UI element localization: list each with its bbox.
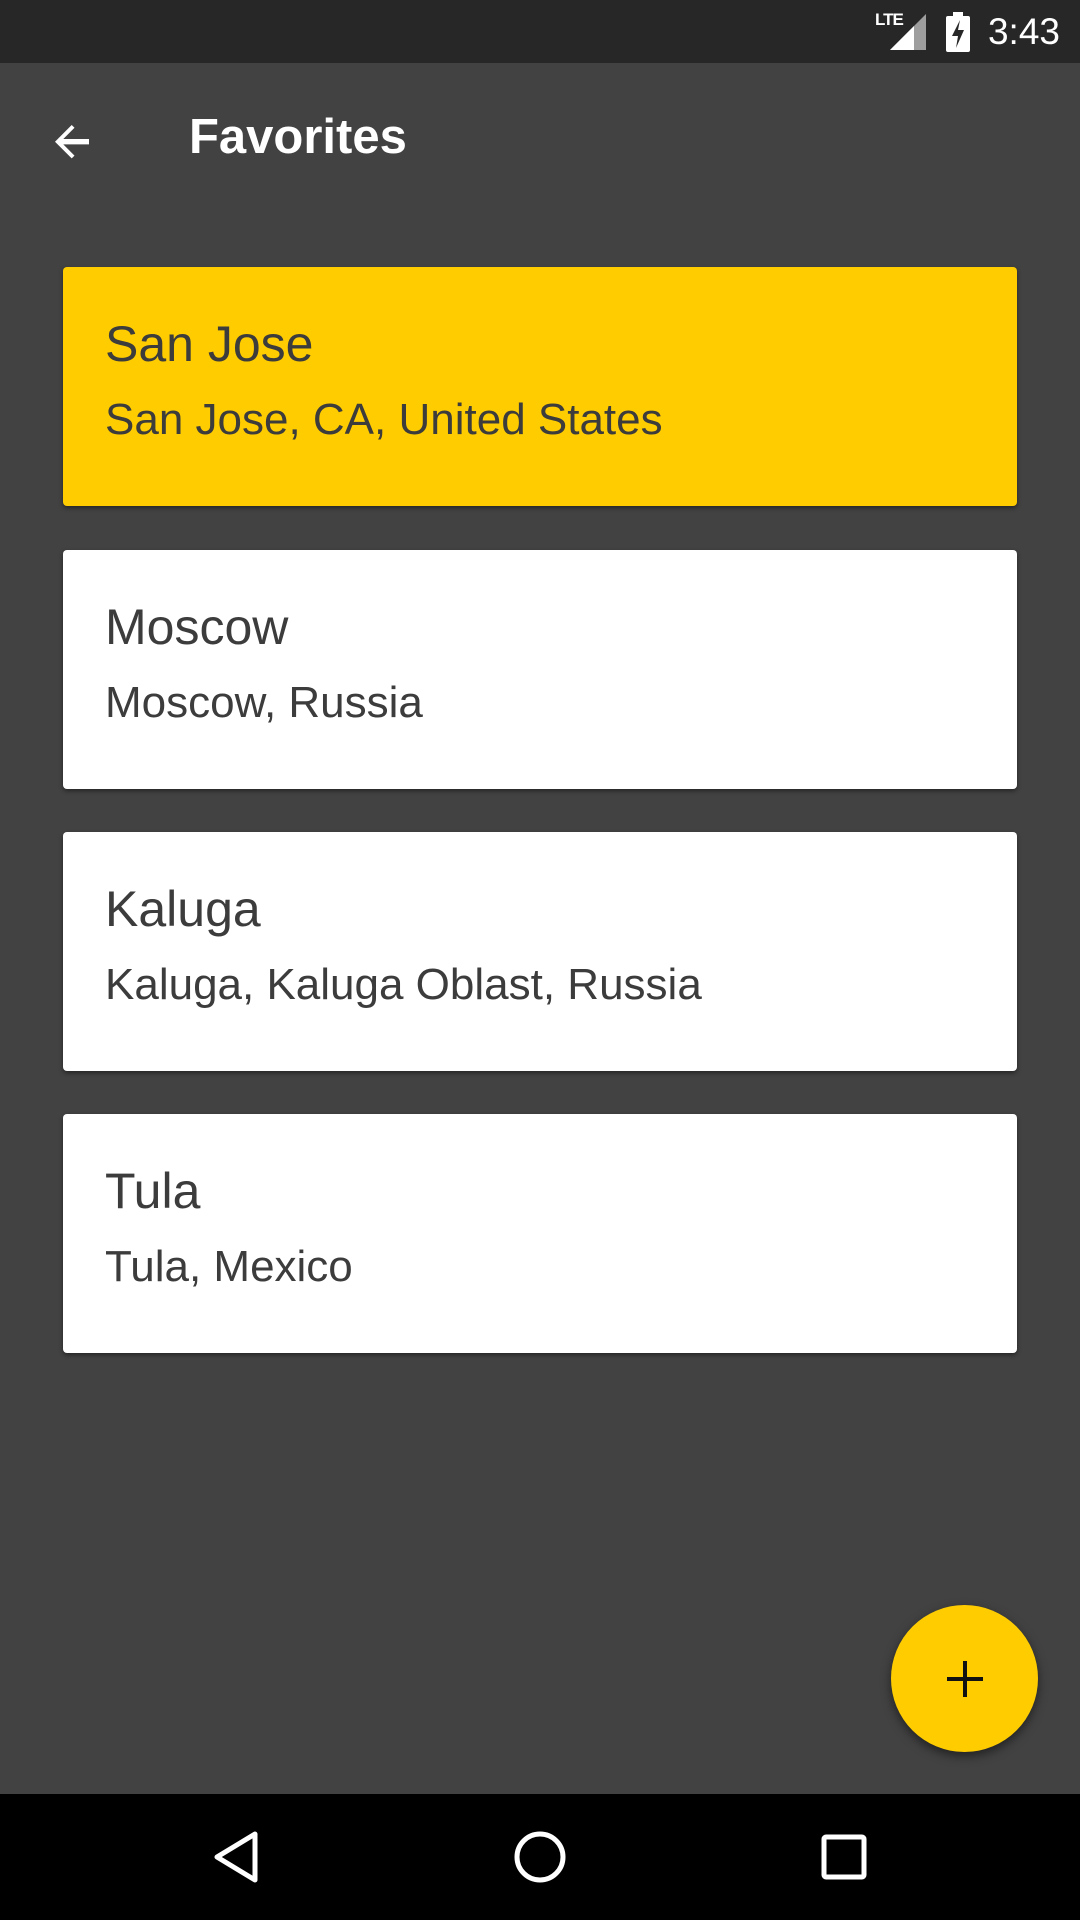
nav-back-button[interactable] xyxy=(166,1794,306,1920)
navigation-bar xyxy=(0,1794,1080,1920)
recents-square-icon xyxy=(821,1834,867,1880)
favorite-card-moscow[interactable]: Moscow Moscow, Russia xyxy=(63,550,1017,789)
favorite-card-kaluga[interactable]: Kaluga Kaluga, Kaluga Oblast, Russia xyxy=(63,832,1017,1071)
favorite-name: Tula xyxy=(105,1163,201,1219)
favorite-address: Moscow, Russia xyxy=(105,678,423,727)
battery-charging-icon xyxy=(945,11,970,52)
plus-icon xyxy=(946,1660,983,1697)
favorite-address: San Jose, CA, United States xyxy=(105,395,663,444)
back-button[interactable] xyxy=(38,106,108,176)
app-bar: Favorites xyxy=(0,63,1080,213)
back-triangle-icon xyxy=(214,1831,258,1883)
page-title: Favorites xyxy=(189,110,407,164)
status-time: 3:43 xyxy=(987,10,1060,52)
add-favorite-button[interactable] xyxy=(891,1605,1038,1752)
favorite-address: Tula, Mexico xyxy=(105,1242,353,1291)
favorite-address: Kaluga, Kaluga Oblast, Russia xyxy=(105,960,702,1009)
arrow-back-icon xyxy=(55,125,89,159)
nav-recents-button[interactable] xyxy=(774,1794,914,1920)
nav-home-button[interactable] xyxy=(470,1794,610,1920)
favorite-name: Kaluga xyxy=(105,881,261,937)
favorite-card-tula[interactable]: Tula Tula, Mexico xyxy=(63,1114,1017,1353)
status-bar: LTE 3:43 xyxy=(0,0,1080,63)
signal-icon xyxy=(889,13,926,50)
favorite-name: Moscow xyxy=(105,599,289,655)
favorite-name: San Jose xyxy=(105,316,314,372)
home-circle-icon xyxy=(514,1831,566,1883)
favorite-card-san-jose[interactable]: San Jose San Jose, CA, United States xyxy=(63,267,1017,506)
